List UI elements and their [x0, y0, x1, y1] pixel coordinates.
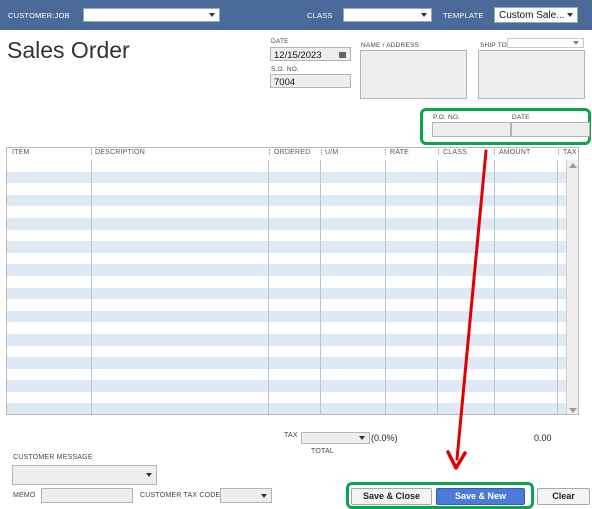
column-header-tax: TAX [563, 149, 577, 156]
column-divider[interactable] [385, 149, 386, 155]
column-header-ordered: ORDERED [274, 149, 311, 156]
date-field[interactable]: 12/15/2023 [270, 47, 351, 61]
customer-tax-code-label: CUSTOMER TAX CODE [140, 492, 221, 499]
tax-amount: 0.00 [534, 433, 552, 443]
save-close-button[interactable]: Save & Close [351, 488, 432, 505]
total-label: TOTAL [311, 448, 334, 455]
chevron-down-icon [573, 41, 579, 45]
column-divider[interactable] [494, 149, 495, 155]
tax-label: TAX [284, 432, 298, 439]
customer-job-dropdown[interactable] [83, 8, 220, 22]
column-header-amount: AMOUNT [499, 149, 531, 156]
column-header-item: ITEM [12, 149, 30, 156]
ship-to-label: SHIP TO [480, 42, 508, 49]
column-line [320, 160, 321, 414]
name-address-label: NAME / ADDRESS [361, 42, 420, 49]
column-divider[interactable] [269, 149, 270, 155]
tax-rate: (0.0%) [371, 433, 398, 443]
date-label: DATE [271, 38, 289, 45]
memo-field[interactable] [41, 488, 133, 503]
chevron-down-icon [146, 473, 152, 477]
column-line [91, 160, 92, 414]
customer-tax-code-dropdown[interactable] [220, 488, 272, 503]
class-dropdown[interactable] [343, 8, 432, 22]
chevron-down-icon [567, 13, 573, 17]
date-value: 12/15/2023 [274, 50, 322, 61]
po-number-label: P.O. NO. [433, 114, 461, 121]
form-header-bar: CUSTOMER:JOB CLASS TEMPLATE Custom Sale.… [0, 0, 592, 30]
ship-to-dropdown[interactable] [507, 38, 584, 48]
clear-button[interactable]: Clear [537, 488, 590, 505]
customer-job-label: CUSTOMER:JOB [8, 11, 70, 20]
scroll-down-icon[interactable] [569, 408, 577, 413]
table-header: ITEM DESCRIPTION ORDERED U/M RATE CLASS … [7, 148, 578, 160]
page-title: Sales Order [7, 37, 130, 63]
po-date-field[interactable] [511, 122, 590, 137]
column-line [494, 160, 495, 414]
column-line [385, 160, 386, 414]
chevron-down-icon [359, 436, 365, 440]
column-header-class: CLASS [443, 149, 467, 156]
column-divider[interactable] [558, 149, 559, 155]
po-date-label: DATE [512, 114, 530, 121]
column-divider[interactable] [321, 149, 322, 155]
column-header-description: DESCRIPTION [95, 149, 146, 156]
scroll-up-icon[interactable] [569, 163, 577, 168]
column-header-um: U/M [325, 149, 339, 156]
save-new-button[interactable]: Save & New [436, 488, 525, 505]
customer-message-label: CUSTOMER MESSAGE [13, 454, 93, 461]
calendar-icon[interactable] [339, 52, 346, 58]
memo-label: MEMO [13, 492, 36, 499]
column-line [268, 160, 269, 414]
chevron-down-icon [421, 13, 427, 17]
template-dropdown[interactable]: Custom Sale... [494, 7, 578, 23]
column-divider[interactable] [91, 149, 92, 155]
tax-item-dropdown[interactable] [301, 432, 370, 444]
so-number-value: 7004 [274, 77, 296, 88]
so-number-label: S.O. NO. [271, 66, 299, 73]
customer-message-dropdown[interactable] [12, 465, 157, 485]
chevron-down-icon [209, 13, 215, 17]
vertical-scrollbar[interactable] [566, 160, 578, 414]
template-value: Custom Sale... [499, 10, 565, 21]
ship-to-field[interactable] [478, 50, 585, 99]
column-header-rate: RATE [390, 149, 409, 156]
column-line [557, 160, 558, 414]
template-label: TEMPLATE [443, 11, 484, 20]
so-number-field[interactable]: 7004 [270, 74, 351, 88]
po-number-field[interactable] [432, 122, 511, 137]
class-label: CLASS [307, 11, 333, 20]
chevron-down-icon [261, 493, 267, 498]
name-address-field[interactable] [360, 50, 467, 99]
column-divider[interactable] [438, 149, 439, 155]
column-line [437, 160, 438, 414]
line-items-table[interactable]: ITEM DESCRIPTION ORDERED U/M RATE CLASS … [6, 147, 579, 415]
annotation-arrow-head [446, 450, 467, 470]
